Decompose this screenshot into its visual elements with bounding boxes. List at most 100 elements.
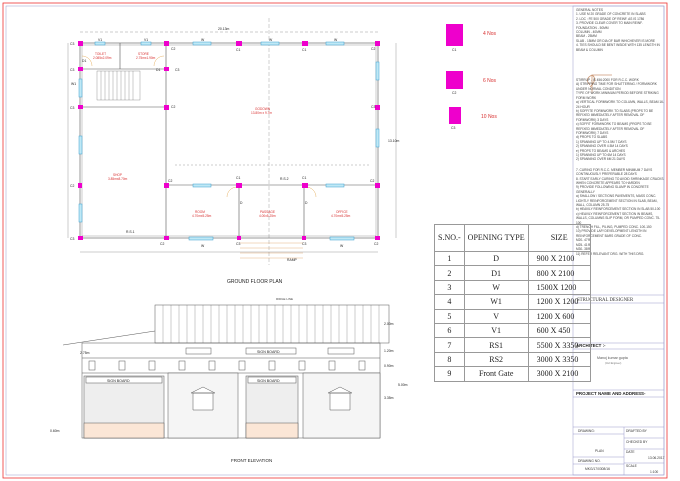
overall-depth-dim: 13.10m [388,139,399,143]
inner-wall [81,44,377,237]
column-schedule: C1 4 Nos C2 6 Nos C3 10 Nos [446,24,497,130]
cell-sno: 9 [434,366,465,382]
cell-opening-type: RS1 [463,337,529,353]
column-label: C3 [236,242,240,246]
column-label: C2 [160,242,164,246]
cell-size: 5500 X 3350 [527,337,591,353]
plan-columns [78,41,380,240]
column-label: C2 [168,179,172,183]
cell-sno: 5 [434,308,465,324]
column-label: C3 [70,42,74,46]
dimension-text: 1.20m [384,349,394,353]
dimension-text: 0.60m [50,429,60,433]
cell-opening-type: RS2 [463,351,529,368]
scale-label: SCALE [626,464,638,468]
outer-wall [79,42,379,239]
column-label: C3 [70,68,74,72]
cell-sno: 3 [434,279,465,296]
cell-sno: 4 [434,294,465,310]
cell-size: 900 X 2100 [527,250,591,267]
architect-subtitle: (Civil Engineer) [605,362,622,365]
room-passage-size: 4.00x5.25m [259,214,276,218]
dimension-text: 3.35m [384,396,394,400]
drawing-no-value: MKG/17/0308/16 [585,467,610,471]
cell-size: 1200 X 1200 [527,294,591,310]
date-value: 13.06.2017 [648,456,665,460]
column-c1-count: 4 Nos [483,31,497,37]
header-sno: S.NO.- [434,224,465,252]
cell-size: 3000 X 3350 [527,351,591,368]
opening-label: V1 [98,38,102,42]
roof [154,304,390,344]
ridge-line-label: RIDGE LINE [276,297,293,301]
room-office-size: 4.70mx5.25m [331,214,351,218]
ramp [240,242,303,259]
column-label: C1 [302,48,306,52]
opening-label: V1 [144,38,148,42]
dimension-text: 5.00m [398,383,408,387]
table-row: 8 RS2 3000 X 3350 [434,351,591,368]
sign-board-text: SIGN BOARD [257,379,280,383]
ventilators [88,360,366,371]
column-label: C3 [70,106,74,110]
architect-name: Manoj kumar gupta [597,356,628,360]
table-row: 2 D1 800 X 2100 [434,265,591,281]
date-label: DATE [626,450,635,454]
elevation-title: FRONT ELEVATION [231,458,272,463]
table-row: 1 D 900 X 2100 [434,250,591,267]
column-label: C3 [70,237,74,241]
note-line: 4. TIES SHOULD BE BENT INSIDE WITH 135 L… [576,43,660,52]
column-label: C2 [370,179,374,183]
notes-list: 1. USE M 20 GRADE OF CONCRETE IN SLABS 2.… [576,12,664,256]
opening-label: W [269,38,273,42]
roof-sheeting [162,305,380,343]
cell-opening-type: W1 [463,294,529,310]
note-line: b) SOFFITE FORMWORK TO SLABS (PROPS TO B… [576,108,654,122]
cell-sno: 8 [434,351,465,368]
column-label: C1 [236,176,240,180]
cell-sno: 2 [434,265,465,281]
opening-label: D1 [82,59,86,63]
shop-plinth [83,422,165,439]
dimension-text: 2.00m [384,322,394,326]
shop-plinth [245,422,299,439]
room-godown-size: 13.80m x 9.7m [251,111,272,115]
windows [78,41,380,241]
cell-sno: 1 [434,250,465,267]
header-size: SIZE [527,224,591,252]
cell-opening-type: Front Gate [463,366,529,382]
column-c1-label: C1 [452,48,456,52]
room-room-size: 4.70mx5.25m [192,214,212,218]
column-c3-swatch [449,107,461,124]
sign-board-text: SIGN BOARD [257,350,280,354]
column-c3-label: C3 [451,126,455,130]
cell-sno: 7 [434,337,465,353]
cell-sno: 6 [434,322,465,339]
note-line: a) VERTICAL FORMWORK TO COLUMN, WALLS, B… [576,100,664,109]
ground-floor-plan [67,18,397,265]
drawing-label: DRAWING: [578,429,595,433]
room-toilet-size: 2.085x2.09m [93,56,112,60]
cell-opening-type: V1 [463,322,529,339]
column-c2-swatch [446,71,463,89]
column-label: C2 [171,47,175,51]
cell-size: 1200 X 600 [527,308,591,324]
column-label: C3 [175,68,179,72]
table-row: 4 W1 1200 X 1200 [434,294,591,310]
column-label: C3 [371,105,375,109]
drawing-name: PLAN [595,449,604,453]
cell-opening-type: V [463,308,529,324]
column-c1-swatch [446,24,463,46]
note-line: 9) PROVIDE FOLLOWING SLUMP IN CONCRETE G… [576,185,649,194]
table-row: 6 V1 600 X 450 [434,322,591,339]
column-label: C2 [374,242,378,246]
room-shop-size: 3.85mx8.70m [108,177,128,181]
staircase [96,70,141,101]
note-line: c) SOFFIT FORMWORK TO BEAMS (PROPS TO BE… [576,122,652,135]
opening-label: W1 [71,82,76,86]
note-line: 8. START EARLY CURING TO AVOID SHRINKAGE… [576,176,664,185]
room-store-size: 2.75mx1.90m [136,56,156,60]
column-c2-count: 6 Nos [483,78,497,84]
column-c3-count: 10 Nos [481,114,497,120]
header-opening-type: OPENING TYPE [463,224,529,252]
